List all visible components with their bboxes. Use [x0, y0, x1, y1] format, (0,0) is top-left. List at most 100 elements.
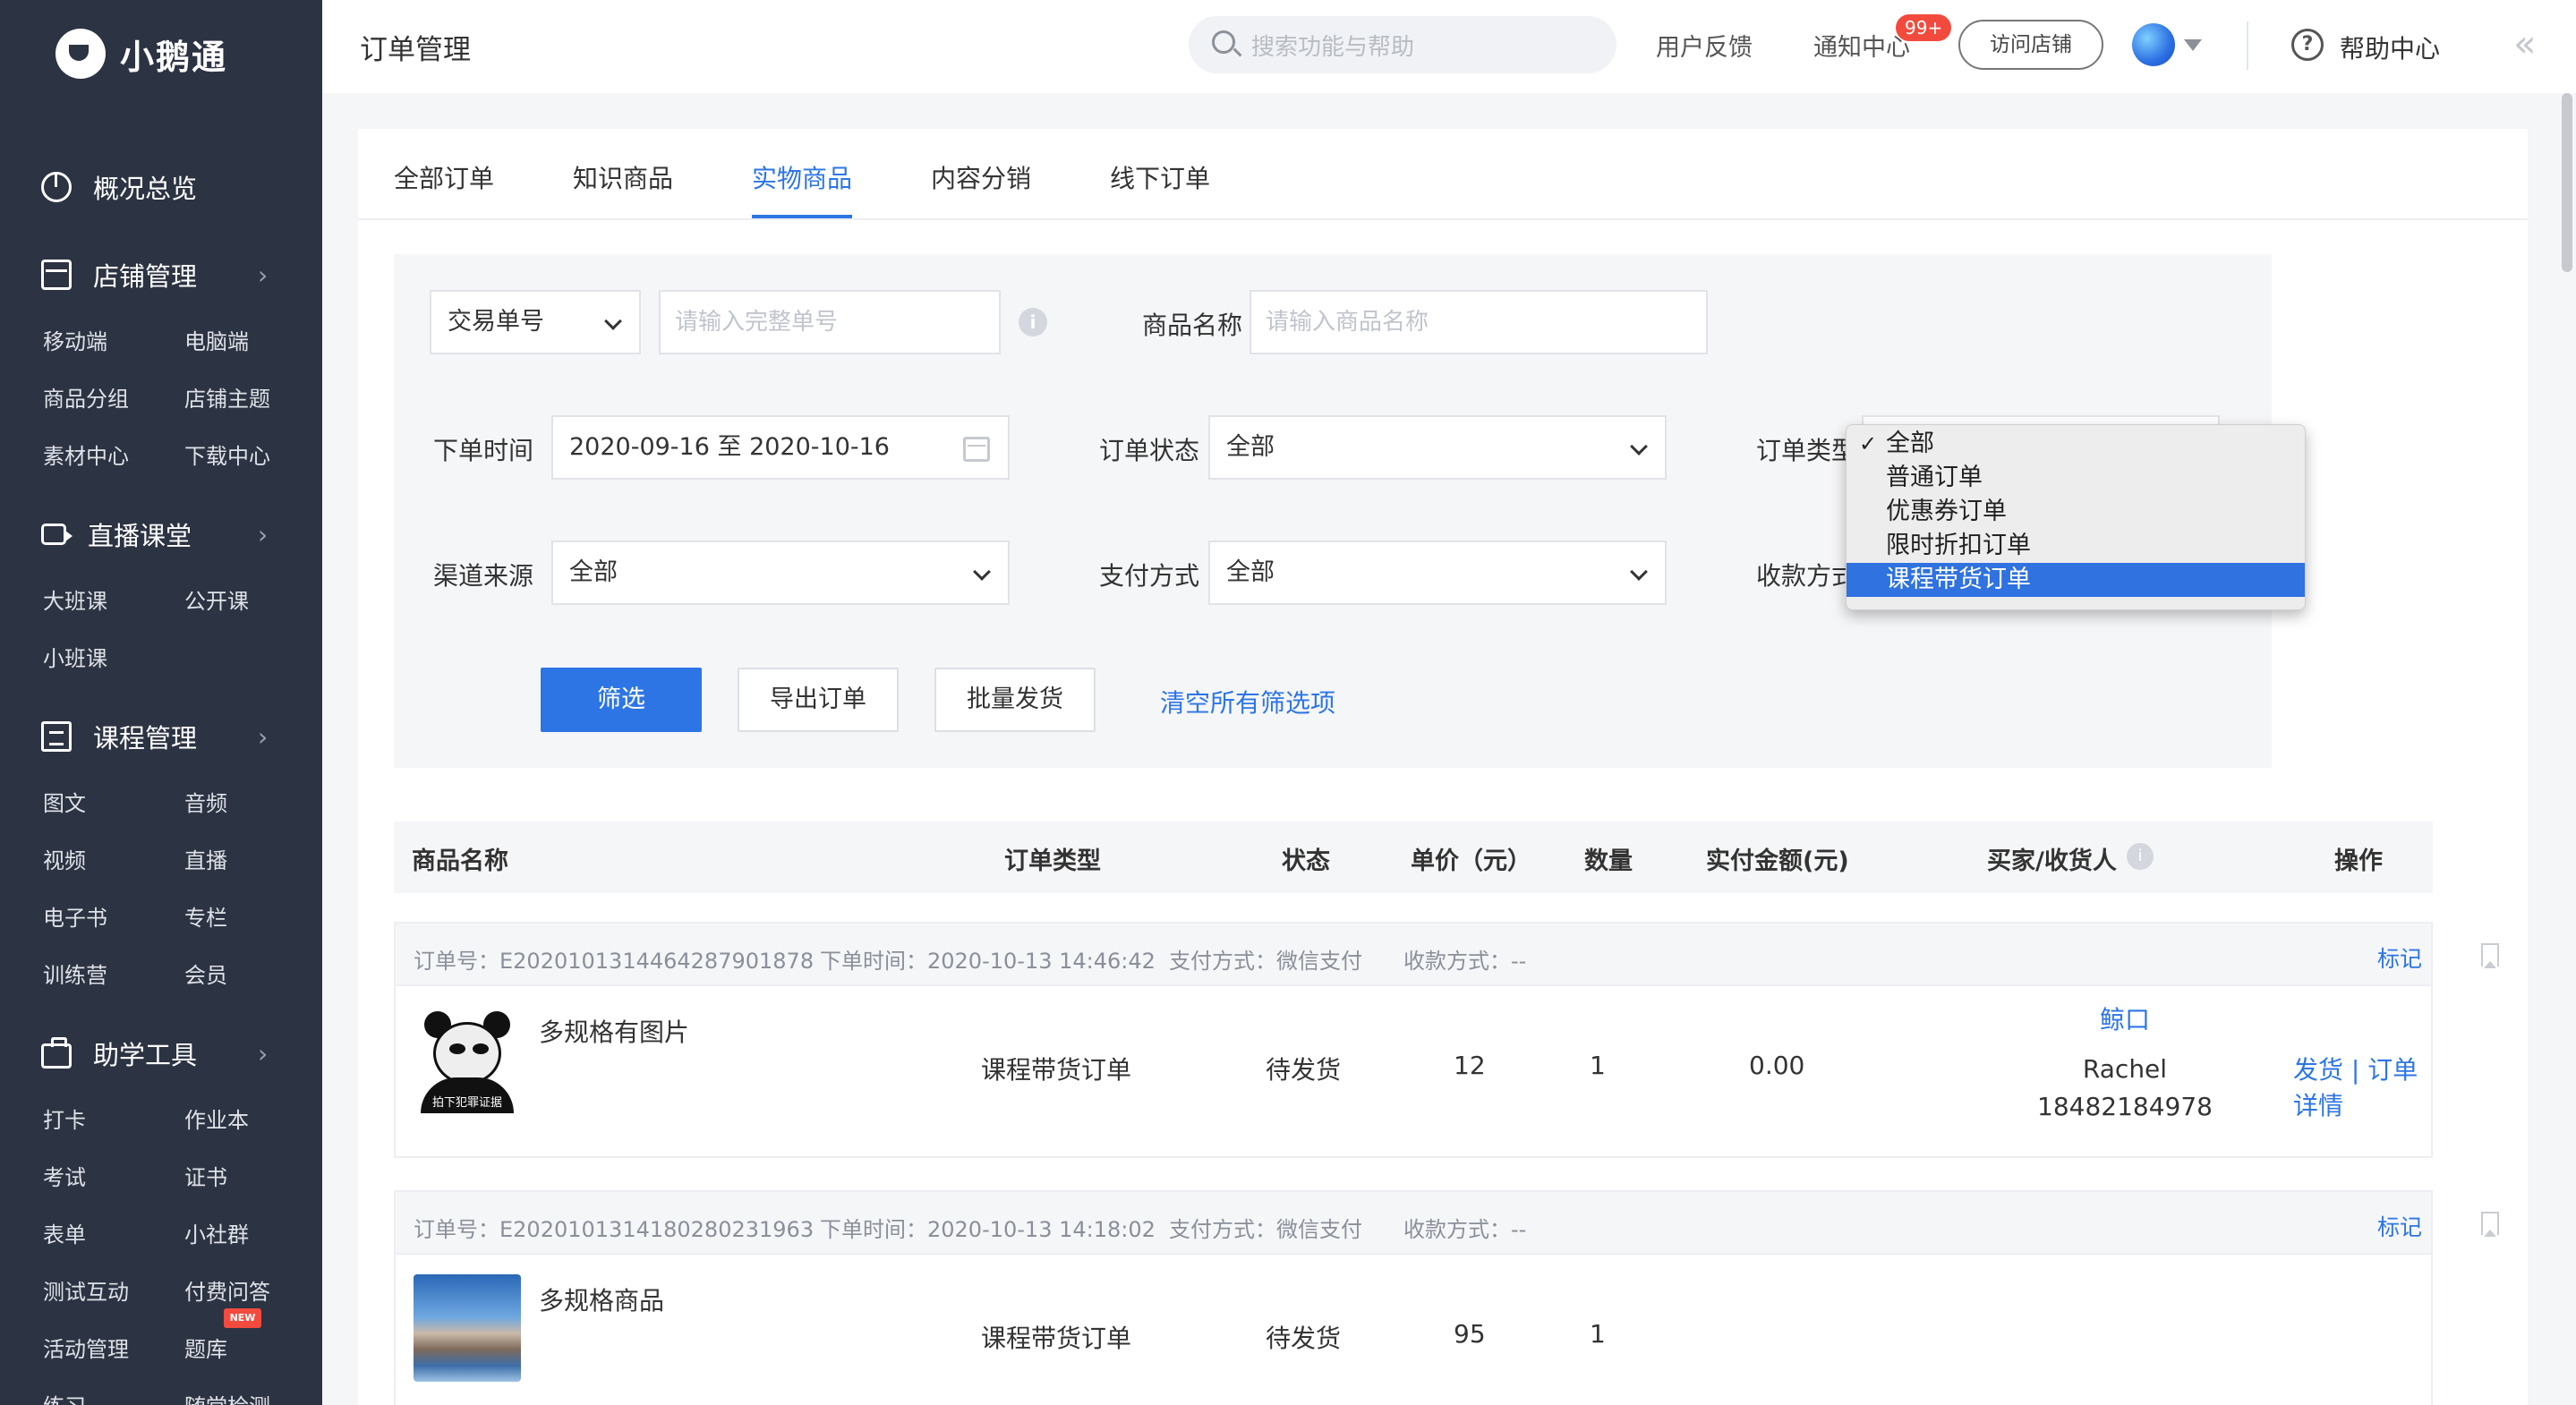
- product-name[interactable]: 多规格商品: [539, 1282, 664, 1317]
- nav-sub-practice[interactable]: 练习: [43, 1389, 86, 1405]
- collect-method-label: 收款方式: [1756, 561, 1857, 591]
- batch-ship-button[interactable]: 批量发货: [934, 668, 1096, 732]
- overview-icon: [41, 172, 72, 202]
- product-name[interactable]: 多规格有图片: [539, 1013, 689, 1049]
- help-icon[interactable]: ?: [2291, 29, 2324, 61]
- logo[interactable]: 小鹅通: [55, 29, 227, 79]
- ship-link[interactable]: 发货: [2293, 1055, 2343, 1085]
- nav-sub-paid-qa[interactable]: 付费问答: [184, 1274, 270, 1306]
- order-time: 下单时间：2020-10-13 14:18:02: [820, 1217, 1156, 1242]
- nav-sub-article[interactable]: 图文: [43, 786, 86, 817]
- help-center-link[interactable]: 帮助中心: [2340, 30, 2440, 65]
- nav-sub-camp[interactable]: 训练营: [43, 958, 107, 989]
- nav-sub-material[interactable]: 素材中心: [43, 439, 129, 470]
- tab-offline[interactable]: 线下订单: [1110, 159, 1210, 195]
- export-orders-button[interactable]: 导出订单: [738, 668, 899, 732]
- collapse-icon[interactable]: ‹‹: [2513, 21, 2536, 65]
- action-separator: |: [2350, 1055, 2360, 1085]
- nav-sub-exam[interactable]: 考试: [43, 1160, 86, 1191]
- dropdown-option[interactable]: ✓ 全部: [1847, 427, 2305, 461]
- nav-sub-video[interactable]: 视频: [43, 843, 86, 874]
- filter-button[interactable]: 筛选: [541, 668, 702, 732]
- dropdown-option[interactable]: 优惠券订单: [1847, 495, 2305, 529]
- mark-link[interactable]: 标记: [2377, 1210, 2422, 1242]
- nav-sub-small-class[interactable]: 小班课: [43, 641, 107, 672]
- order-type-dropdown[interactable]: ✓ 全部 普通订单 优惠券订单 限时折扣订单 课程带货订单: [1846, 424, 2306, 610]
- nav-sub-column[interactable]: 专栏: [184, 900, 227, 932]
- nav-sub-inclass-test[interactable]: 随堂检测: [184, 1389, 270, 1405]
- tab-distribution[interactable]: 内容分销: [931, 159, 1031, 195]
- info-icon[interactable]: i: [1019, 308, 1047, 336]
- visit-store-button[interactable]: 访问店铺: [1958, 20, 2103, 70]
- nav-sub-live[interactable]: 直播: [184, 843, 227, 874]
- clear-filters-link[interactable]: 清空所有筛选项: [1160, 684, 1335, 720]
- nav-sub-product-group[interactable]: 商品分组: [43, 381, 129, 413]
- notice-center-link[interactable]: 通知中心: [1813, 28, 1910, 63]
- nav-sub-homework[interactable]: 作业本: [184, 1103, 249, 1134]
- order-meta: 订单号：E2020101314180280231963 下单时间：2020-10…: [396, 1192, 2499, 1255]
- tab-physical[interactable]: 实物商品: [752, 159, 852, 195]
- order-status-select[interactable]: 全部: [1208, 415, 1667, 480]
- nav-tools[interactable]: 助学工具 ›: [41, 1035, 268, 1072]
- nav-sub-form[interactable]: 表单: [43, 1217, 86, 1248]
- product-name-input[interactable]: 请输入商品名称: [1250, 290, 1708, 354]
- dropdown-option-highlighted[interactable]: 课程带货订单: [1847, 563, 2305, 597]
- nav-live[interactable]: 直播课堂 ›: [41, 515, 268, 553]
- page-scrollbar[interactable]: [2562, 93, 2572, 272]
- feedback-link[interactable]: 用户反馈: [1656, 28, 1753, 63]
- divider: [2247, 21, 2248, 70]
- info-icon[interactable]: i: [2127, 843, 2154, 870]
- trade-number-input[interactable]: 请输入完整单号: [659, 290, 1001, 354]
- product-thumbnail[interactable]: 拍下犯罪证据: [414, 1006, 521, 1113]
- nav-course-label: 课程管理: [93, 723, 198, 754]
- buyer-nickname[interactable]: 鲸口: [2034, 1001, 2216, 1036]
- search-input[interactable]: 搜索功能与帮助: [1189, 16, 1616, 73]
- nav-sub-open-class[interactable]: 公开课: [184, 583, 249, 615]
- nav-sub-big-class[interactable]: 大班课: [43, 583, 107, 615]
- product-thumbnail[interactable]: [414, 1274, 521, 1382]
- dropdown-option[interactable]: 限时折扣订单: [1847, 529, 2305, 563]
- nav-sub-audio[interactable]: 音频: [184, 786, 227, 817]
- nav-sub-community[interactable]: 小社群: [184, 1217, 249, 1248]
- unit-price: 12: [1454, 1051, 1486, 1080]
- nav-sub-certificate[interactable]: 证书: [184, 1160, 227, 1191]
- channel-value: 全部: [569, 558, 618, 586]
- nav-sub-download[interactable]: 下载中心: [184, 439, 270, 470]
- chevron-down-icon: [1630, 563, 1648, 581]
- order-time-label: 下单时间: [433, 436, 534, 465]
- thumb-shape: [433, 1022, 501, 1085]
- chevron-right-icon: ›: [258, 1038, 269, 1069]
- bookmark-icon[interactable]: [2481, 943, 2499, 968]
- check-icon: ✓: [1859, 431, 1878, 456]
- globe-icon[interactable]: [2132, 23, 2175, 66]
- tab-all-orders[interactable]: 全部订单: [394, 159, 494, 195]
- trade-type-select[interactable]: 交易单号: [430, 290, 641, 354]
- buyer-phone: 18482184978: [2037, 1092, 2213, 1121]
- order-status-value: 全部: [1226, 433, 1275, 461]
- nav-store[interactable]: 店铺管理 ›: [41, 256, 268, 294]
- nav-sub-store-theme[interactable]: 店铺主题: [184, 381, 270, 413]
- order-time: 下单时间：2020-10-13 14:46:42: [820, 949, 1156, 974]
- course-icon: [41, 721, 72, 752]
- nav-overview[interactable]: 概况总览: [41, 168, 197, 206]
- nav-sub-pc[interactable]: 电脑端: [184, 324, 249, 355]
- col-price: 单价（元）: [1411, 847, 1531, 875]
- nav-sub-quiz[interactable]: 测试互动: [43, 1274, 129, 1306]
- pay-method-select[interactable]: 全部: [1208, 541, 1667, 605]
- nav-sub-checkin[interactable]: 打卡: [43, 1103, 86, 1134]
- nav-sub-mobile[interactable]: 移动端: [43, 324, 107, 355]
- order-time-range[interactable]: 2020-09-16 至 2020-10-16: [551, 415, 1010, 480]
- mark-link[interactable]: 标记: [2377, 941, 2422, 974]
- paid-amount: 0.00: [1749, 1051, 1805, 1080]
- nav-sub-activity[interactable]: 活动管理: [43, 1332, 129, 1363]
- channel-select[interactable]: 全部: [551, 541, 1010, 605]
- nav-sub-question-bank[interactable]: 题库: [184, 1332, 227, 1363]
- nav-sub-member[interactable]: 会员: [184, 958, 227, 989]
- nav-sub-ebook[interactable]: 电子书: [43, 900, 107, 932]
- tab-knowledge[interactable]: 知识商品: [573, 159, 673, 195]
- caret-down-icon[interactable]: [2184, 39, 2202, 51]
- dropdown-option[interactable]: 普通订单: [1847, 461, 2305, 495]
- bookmark-icon[interactable]: [2481, 1212, 2499, 1237]
- nav-course[interactable]: 课程管理 ›: [41, 718, 268, 755]
- dropdown-option-label: 全部: [1886, 430, 1934, 457]
